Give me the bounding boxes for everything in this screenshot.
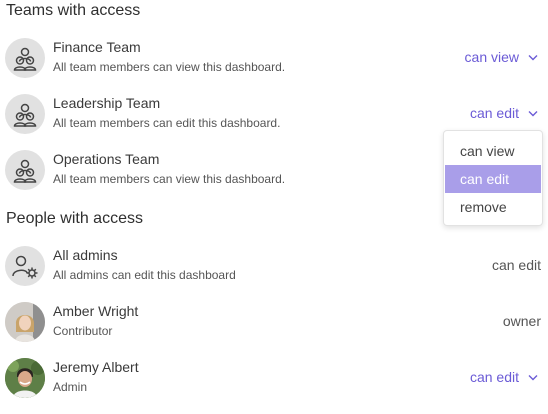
person-row-amber-wright: Amber Wright Contributor owner xyxy=(0,302,548,358)
permission-dropdown[interactable]: can view xyxy=(465,49,538,65)
person-name: Jeremy Albert xyxy=(53,359,139,375)
team-icon xyxy=(5,94,45,134)
permission-label: can edit xyxy=(469,369,519,385)
chevron-down-icon xyxy=(528,110,538,116)
team-icon xyxy=(5,38,45,78)
teams-section-title: Teams with access xyxy=(6,2,141,19)
permission-label: can view xyxy=(464,49,519,65)
people-section-title: People with access xyxy=(6,210,143,227)
permission-dropdown[interactable]: can edit xyxy=(470,369,538,385)
team-row-finance: Finance Team All team members can view t… xyxy=(0,38,548,94)
person-role: Contributor xyxy=(53,324,113,338)
person-role: Admin xyxy=(53,380,88,394)
menu-item-can-edit[interactable]: can edit xyxy=(445,165,541,193)
person-row-jeremy-albert: Jeremy Albert Admin can edit xyxy=(0,358,548,414)
team-description: All team members can view this dashboard… xyxy=(53,172,286,186)
person-name: All admins xyxy=(53,247,118,263)
chevron-down-icon xyxy=(528,374,538,380)
person-row-all-admins: All admins All admins can edit this dash… xyxy=(0,246,548,302)
team-icon xyxy=(5,150,45,190)
admin-gear-icon xyxy=(5,246,45,286)
chevron-down-icon xyxy=(528,54,538,60)
menu-item-can-view[interactable]: can view xyxy=(445,137,541,165)
permission-label: can edit xyxy=(492,257,541,273)
permission-label: can edit xyxy=(469,105,519,121)
person-name: Amber Wright xyxy=(53,303,139,319)
team-description: All team members can view this dashboard… xyxy=(53,60,286,74)
menu-item-remove[interactable]: remove xyxy=(445,193,541,221)
avatar xyxy=(5,302,45,342)
permission-text: can edit xyxy=(491,257,541,273)
permission-menu: can view can edit remove xyxy=(443,130,543,226)
permission-text: owner xyxy=(502,313,541,329)
team-description: All team members can edit this dashboard… xyxy=(53,116,281,130)
permission-dropdown[interactable]: can edit xyxy=(470,105,538,121)
team-name: Leadership Team xyxy=(53,95,161,111)
team-name: Operations Team xyxy=(53,151,160,167)
team-name: Finance Team xyxy=(53,39,141,55)
person-description: All admins can edit this dashboard xyxy=(53,268,236,282)
avatar xyxy=(5,358,45,398)
permission-label: owner xyxy=(503,313,541,329)
